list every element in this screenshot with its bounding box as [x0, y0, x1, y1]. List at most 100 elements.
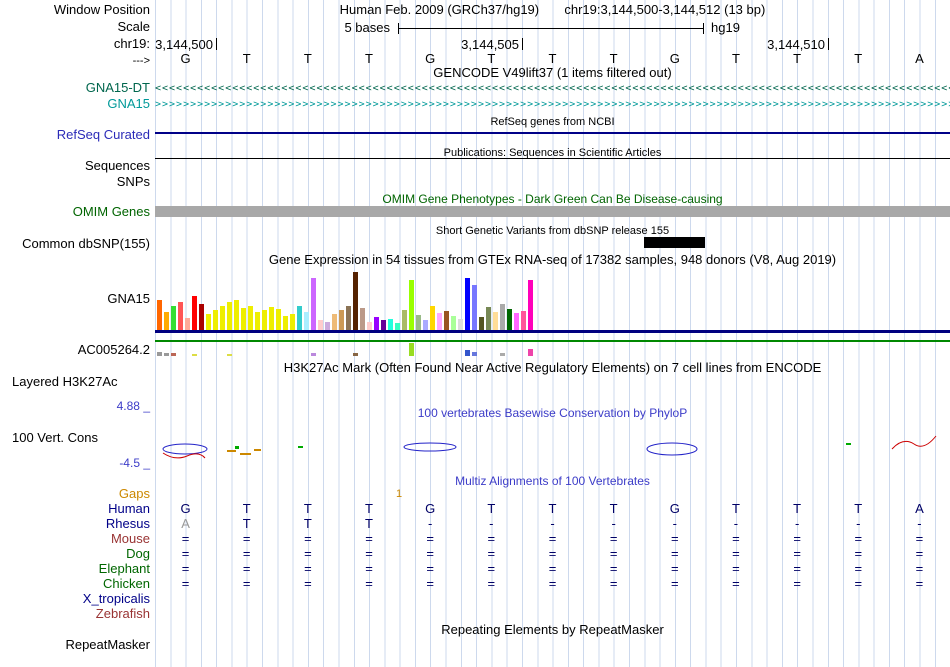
gtex-tissue-bar[interactable]	[297, 306, 302, 330]
track-label-common-dbsnp[interactable]: Common dbSNP(155)	[22, 237, 150, 251]
gtex-tissue-bar[interactable]	[248, 306, 253, 330]
gtex-tissue-bar[interactable]	[283, 316, 288, 330]
track-label-layered-h3k27ac[interactable]: Layered H3K27Ac	[12, 375, 118, 389]
gtex-tissue-bar-small[interactable]	[164, 353, 169, 356]
gtex-tissue-bar[interactable]	[164, 312, 169, 330]
gtex-tissue-bar[interactable]	[374, 317, 379, 330]
species-label-rhesus[interactable]: Rhesus	[106, 517, 150, 531]
gtex-tissue-bar-small[interactable]	[171, 353, 176, 356]
gtex-tissue-bar-small[interactable]	[472, 352, 477, 356]
gtex-tissue-bar[interactable]	[395, 323, 400, 330]
gtex-gene2-barchart[interactable]	[157, 343, 537, 356]
gtex-tissue-bar[interactable]	[213, 310, 218, 330]
species-label-human[interactable]: Human	[108, 502, 150, 516]
gtex-tissue-bar[interactable]	[381, 320, 386, 330]
species-label-dog[interactable]: Dog	[126, 547, 150, 561]
gtex-tissue-bar[interactable]	[486, 307, 491, 330]
dbsnp-variant[interactable]	[644, 237, 705, 248]
conservation-wiggle[interactable]	[155, 420, 950, 465]
gtex-tissue-bar[interactable]	[521, 311, 526, 330]
gtex-tissue-bar[interactable]	[388, 319, 393, 330]
gtex-tissue-bar[interactable]	[423, 320, 428, 330]
refseq-gene-line[interactable]	[155, 132, 950, 134]
gtex-tissue-bar-small[interactable]	[528, 349, 533, 356]
gtex-tissue-bar[interactable]	[479, 317, 484, 330]
track-label-gna15-dt[interactable]: GNA15-DT	[86, 81, 150, 95]
gtex-tissue-bar[interactable]	[451, 316, 456, 330]
track-label-snps[interactable]: SNPs	[117, 175, 150, 189]
gtex-tissue-bar[interactable]	[346, 306, 351, 330]
gtex-tissue-bar[interactable]	[444, 311, 449, 330]
gtex-tissue-bar[interactable]	[493, 312, 498, 330]
gene-intron-arrows-right[interactable]: >>>>>>>>>>>>>>>>>>>>>>>>>>>>>>>>>>>>>>>>…	[155, 99, 950, 111]
gtex-tissue-bar[interactable]	[220, 306, 225, 330]
gtex-tissue-bar-small[interactable]	[465, 350, 470, 356]
gtex-tissue-bar[interactable]	[290, 314, 295, 330]
gtex-tissue-bar-small[interactable]	[409, 343, 414, 356]
gtex-tissue-bar[interactable]	[528, 280, 533, 330]
species-label-x_tropicalis[interactable]: X_tropicalis	[83, 592, 150, 606]
gtex-tissue-bar[interactable]	[325, 322, 330, 330]
gtex-tissue-bar[interactable]	[269, 307, 274, 330]
gtex-tissue-bar[interactable]	[304, 312, 309, 330]
track-label-gaps[interactable]: Gaps	[119, 487, 150, 501]
gtex-tissue-bar-small[interactable]	[157, 352, 162, 356]
track-label-repeatmasker[interactable]: RepeatMasker	[65, 638, 150, 652]
gtex-tissue-bar[interactable]	[339, 310, 344, 330]
species-label-chicken[interactable]: Chicken	[103, 577, 150, 591]
gtex-tissue-bar[interactable]	[507, 309, 512, 330]
gtex-tissue-bar[interactable]	[332, 314, 337, 330]
omim-genes-bar[interactable]	[155, 206, 950, 217]
species-label-zebrafish[interactable]: Zebrafish	[96, 607, 150, 621]
gtex-tissue-bar[interactable]	[255, 312, 260, 330]
gtex-tissue-bar[interactable]	[514, 313, 519, 330]
track-label-100-vert-cons[interactable]: 100 Vert. Cons	[12, 431, 98, 445]
gtex-tissue-bar[interactable]	[241, 308, 246, 330]
alignment-cell: =	[609, 531, 618, 546]
gtex-tissue-bar[interactable]	[416, 315, 421, 330]
track-label-gtex-gna15[interactable]: GNA15	[107, 292, 150, 306]
gtex-tissue-bar[interactable]	[234, 300, 239, 330]
species-label-mouse[interactable]: Mouse	[111, 532, 150, 546]
species-label-elephant[interactable]: Elephant	[99, 562, 150, 576]
gtex-tissue-bar[interactable]	[465, 278, 470, 330]
gtex-tissue-bar[interactable]	[500, 304, 505, 330]
gtex-tissue-bar[interactable]	[311, 278, 316, 330]
gtex-tissue-bar[interactable]	[276, 309, 281, 330]
gtex-tissue-bar[interactable]	[458, 319, 463, 330]
gtex-tissue-bar[interactable]	[199, 304, 204, 330]
gtex-tissue-bar[interactable]	[402, 310, 407, 330]
gtex-tissue-bar[interactable]	[472, 285, 477, 330]
gtex-tissue-bar[interactable]	[192, 296, 197, 330]
gtex-tissue-bar[interactable]	[157, 300, 162, 330]
gtex-tissue-bar[interactable]	[227, 302, 232, 330]
gtex-tissue-bar[interactable]	[367, 322, 372, 330]
gtex-tissue-bar-small[interactable]	[311, 353, 316, 356]
gtex-tissue-bar-small[interactable]	[353, 353, 358, 356]
base-position-track[interactable]: GTTTGTTTGTTTA	[155, 51, 950, 66]
track-label-omim-genes[interactable]: OMIM Genes	[73, 205, 150, 219]
gtex-tissue-bar[interactable]	[353, 272, 358, 330]
publications-line[interactable]	[155, 158, 950, 159]
gtex-expression-barchart[interactable]	[157, 270, 537, 330]
track-label-sequences[interactable]: Sequences	[85, 159, 150, 173]
gtex-tissue-bar[interactable]	[318, 320, 323, 330]
gtex-tissue-bar[interactable]	[185, 318, 190, 330]
gtex-gene2-line[interactable]	[155, 340, 950, 342]
track-label-gtex-ac005264[interactable]: AC005264.2	[78, 343, 150, 357]
gtex-tissue-bar-small[interactable]	[227, 354, 232, 356]
gtex-tissue-bar[interactable]	[206, 314, 211, 330]
gtex-tissue-bar[interactable]	[171, 306, 176, 330]
gtex-tissue-bar-small[interactable]	[192, 354, 197, 356]
gtex-tissue-bar[interactable]	[437, 313, 442, 330]
gtex-tissue-bar[interactable]	[360, 308, 365, 330]
track-label-gna15[interactable]: GNA15	[107, 97, 150, 111]
gtex-baseline[interactable]	[155, 330, 950, 333]
track-label-refseq-curated[interactable]: RefSeq Curated	[57, 128, 150, 142]
gtex-tissue-bar[interactable]	[409, 280, 414, 330]
gtex-tissue-bar[interactable]	[262, 310, 267, 330]
gtex-tissue-bar[interactable]	[430, 306, 435, 330]
gtex-tissue-bar[interactable]	[178, 302, 183, 330]
gtex-tissue-bar-small[interactable]	[500, 353, 505, 356]
gene-intron-arrows-left[interactable]: <<<<<<<<<<<<<<<<<<<<<<<<<<<<<<<<<<<<<<<<…	[155, 83, 950, 95]
